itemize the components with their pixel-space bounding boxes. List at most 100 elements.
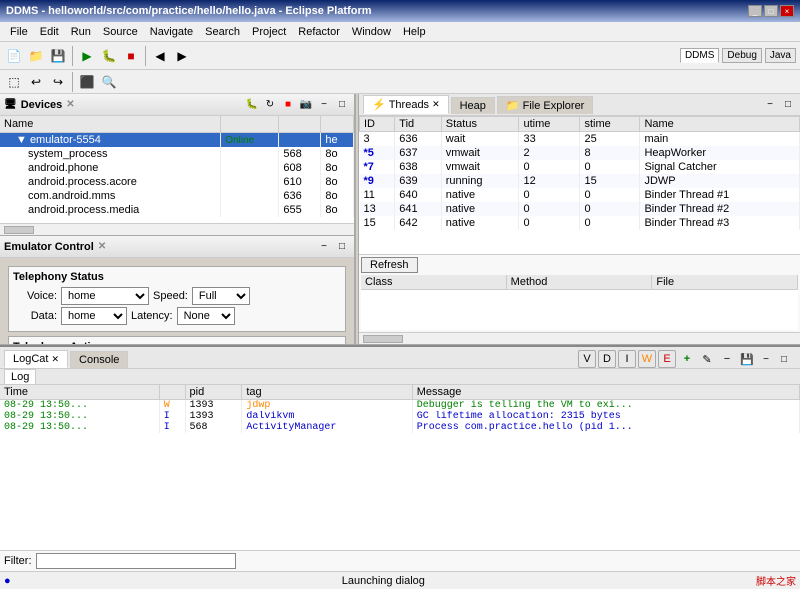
menu-item-refactor[interactable]: Refactor	[292, 25, 346, 39]
thread-row[interactable]: *9 639 running 12 15 JDWP	[360, 174, 800, 188]
tb-save-btn[interactable]: 💾	[48, 46, 68, 66]
speed-select[interactable]: FullGPRSEDGE	[192, 287, 250, 305]
debug-perspective-btn[interactable]: Debug	[722, 48, 761, 63]
menu-item-run[interactable]: Run	[65, 25, 97, 39]
tb-new-btn[interactable]: 📄	[4, 46, 24, 66]
menu-item-help[interactable]: Help	[397, 25, 432, 39]
tab-console[interactable]: Console	[70, 351, 128, 368]
dev-extra: 8o	[321, 189, 354, 203]
tb2-btn2[interactable]: ↩	[26, 72, 46, 92]
tb-run-btn[interactable]: ▶	[77, 46, 97, 66]
devices-row[interactable]: ▼ emulator-5554 Online he	[0, 133, 354, 148]
thread-utime: 2	[519, 146, 580, 160]
th-utime: utime	[519, 117, 580, 132]
tab-heap[interactable]: Heap	[451, 97, 495, 114]
log-message: GC lifetime allocation: 2315 bytes	[412, 411, 799, 422]
thread-status: vmwait	[441, 146, 519, 160]
upper-area: 🖥 Devices ✕ 🐛 ↻ ■ 📷 − □	[0, 94, 800, 344]
file-explorer-icon: 📁	[506, 99, 520, 112]
thread-utime: 0	[519, 202, 580, 216]
devices-max-btn[interactable]: □	[334, 97, 350, 113]
logcat-e-btn[interactable]: E	[658, 350, 676, 368]
logcat-v-btn[interactable]: V	[578, 350, 596, 368]
log-subtab[interactable]: Log	[4, 369, 36, 384]
menu-item-edit[interactable]: Edit	[34, 25, 65, 39]
tb2-btn3[interactable]: ↪	[48, 72, 68, 92]
maximize-btn[interactable]: □	[764, 5, 778, 17]
logcat-row[interactable]: 08-29 13:50... I 568 ActivityManager Pro…	[0, 422, 800, 433]
thread-row[interactable]: 3 636 wait 33 25 main	[360, 132, 800, 147]
logcat-min-btn[interactable]: −	[758, 351, 774, 367]
thread-name: Signal Catcher	[640, 160, 800, 174]
tb2-btn5[interactable]: 🔍	[99, 72, 119, 92]
devices-stop-btn[interactable]: ■	[280, 97, 296, 113]
devices-min-btn[interactable]: −	[316, 97, 332, 113]
emulator-max-btn[interactable]: □	[334, 239, 350, 255]
logcat-save-btn[interactable]: 💾	[738, 350, 756, 368]
data-select[interactable]: homeroaming	[61, 307, 127, 325]
devices-bug-btn[interactable]: 🐛	[244, 97, 260, 113]
logcat-w-btn[interactable]: W	[638, 350, 656, 368]
devices-row[interactable]: com.android.mms 636 8o	[0, 189, 354, 203]
tab-threads[interactable]: ⚡ Threads ✕	[363, 95, 449, 114]
filter-input[interactable]	[36, 553, 236, 569]
right-max-btn[interactable]: □	[780, 97, 796, 113]
thread-row[interactable]: *7 638 vmwait 0 0 Signal Catcher	[360, 160, 800, 174]
thread-row[interactable]: 15 642 native 0 0 Binder Thread #3	[360, 216, 800, 230]
thread-utime: 12	[519, 174, 580, 188]
file-explorer-tab-label: File Explorer	[523, 100, 585, 112]
logcat-i-btn[interactable]: I	[618, 350, 636, 368]
latency-select[interactable]: NoneGPRS	[177, 307, 235, 325]
emulator-min-btn[interactable]: −	[316, 239, 332, 255]
tab-file-explorer[interactable]: 📁 File Explorer	[497, 96, 593, 114]
thread-row[interactable]: 11 640 native 0 0 Binder Thread #1	[360, 188, 800, 202]
logcat-subtabs: Log	[0, 369, 800, 385]
logcat-d-btn[interactable]: D	[598, 350, 616, 368]
tab-logcat[interactable]: LogCat ✕	[4, 350, 68, 368]
ddms-perspective-btn[interactable]: DDMS	[680, 48, 719, 63]
refresh-button[interactable]: Refresh	[361, 257, 418, 273]
logcat-edit-btn[interactable]: ✎	[698, 350, 716, 368]
right-min-btn[interactable]: −	[762, 97, 778, 113]
menu-item-window[interactable]: Window	[346, 25, 397, 39]
menu-item-search[interactable]: Search	[199, 25, 246, 39]
logcat-max-btn[interactable]: □	[776, 351, 792, 367]
tb2-btn4[interactable]: ⬛	[77, 72, 97, 92]
tb-open-btn[interactable]: 📁	[26, 46, 46, 66]
thread-row[interactable]: 13 641 native 0 0 Binder Thread #2	[360, 202, 800, 216]
thread-utime: 0	[519, 160, 580, 174]
voice-select[interactable]: homeroamingunregistered	[61, 287, 149, 305]
devices-row[interactable]: android.process.media 655 8o	[0, 203, 354, 217]
menu-item-file[interactable]: File	[4, 25, 34, 39]
tb-debug-btn[interactable]: 🐛	[99, 46, 119, 66]
devices-scrollbar-x[interactable]	[0, 223, 354, 235]
logcat-row[interactable]: 08-29 13:50... W 1393 jdwp Debugger is t…	[0, 400, 800, 412]
logcat-row[interactable]: 08-29 13:50... I 1393 dalvikvm GC lifeti…	[0, 411, 800, 422]
devices-screen-btn[interactable]: 📷	[298, 97, 314, 113]
devices-refresh-btn[interactable]: ↻	[262, 97, 278, 113]
tb-back-btn[interactable]: ◀	[150, 46, 170, 66]
logcat-del-btn[interactable]: −	[718, 350, 736, 368]
thread-name: main	[640, 132, 800, 147]
tb-fwd-btn[interactable]: ▶	[172, 46, 192, 66]
devices-row[interactable]: android.phone 608 8o	[0, 161, 354, 175]
devices-row[interactable]: android.process.acore 610 8o	[0, 175, 354, 189]
devices-row[interactable]: system_process 568 8o	[0, 147, 354, 161]
logcat-tab-close[interactable]: ✕	[51, 354, 59, 365]
th-stime: stime	[580, 117, 640, 132]
tb-stop-btn[interactable]: ■	[121, 46, 141, 66]
threads-tab-close[interactable]: ✕	[432, 99, 440, 110]
threads-scrollbar-x[interactable]	[359, 332, 800, 344]
lc-th-time: Time	[0, 385, 159, 400]
menu-item-navigate[interactable]: Navigate	[144, 25, 199, 39]
dev-pid	[279, 133, 321, 148]
menu-item-project[interactable]: Project	[246, 25, 292, 39]
thread-row[interactable]: *5 637 vmwait 2 8 HeapWorker	[360, 146, 800, 160]
minimize-btn[interactable]: _	[748, 5, 762, 17]
menu-item-source[interactable]: Source	[97, 25, 144, 39]
log-time: 08-29 13:50...	[0, 400, 159, 412]
java-perspective-btn[interactable]: Java	[765, 48, 796, 63]
logcat-add-btn[interactable]: +	[678, 350, 696, 368]
close-btn[interactable]: ×	[780, 5, 794, 17]
tb2-btn1[interactable]: ⬚	[4, 72, 24, 92]
